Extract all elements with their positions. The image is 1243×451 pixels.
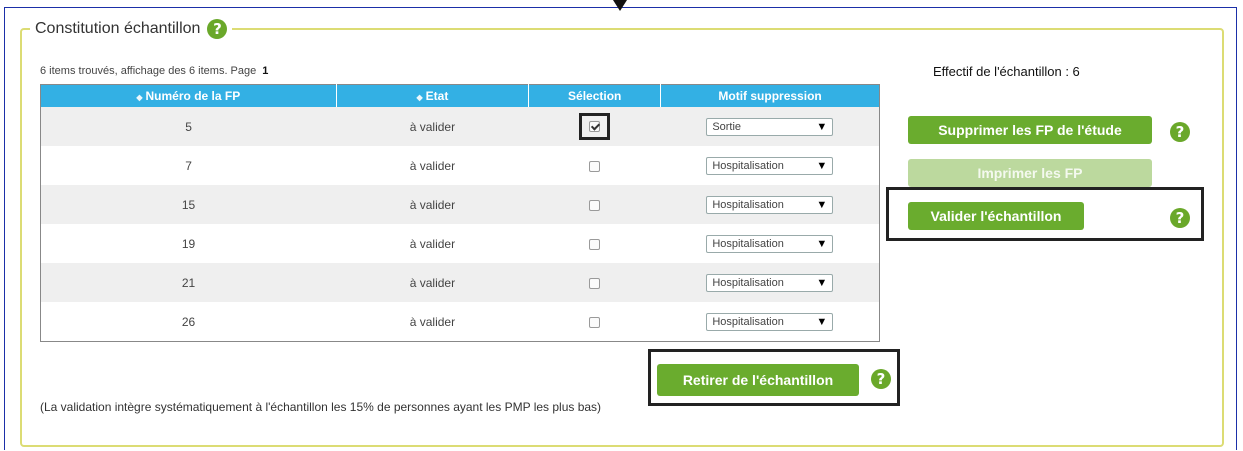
cell-selection — [528, 146, 661, 185]
fp-table: ◆ Numéro de la FP ◆ Etat Sélection Motif s… — [40, 84, 880, 342]
cell-motif: Hospitalisation ▼ — [660, 224, 880, 263]
selection-checkbox[interactable] — [589, 238, 601, 250]
table-row: 21 à valider Hospitalisation ▼ — [40, 263, 880, 302]
cell-motif: Sortie ▼ — [660, 107, 880, 146]
sort-icon: ◆ — [416, 93, 423, 102]
motif-value: Hospitalisation — [712, 159, 784, 172]
panel-title: Constitution échantillon — [35, 20, 201, 37]
cell-etat: à valider — [336, 185, 529, 224]
motif-value: Hospitalisation — [712, 276, 784, 289]
motif-select[interactable]: Hospitalisation ▼ — [706, 234, 834, 253]
cell-numero: 15 — [40, 185, 337, 224]
cell-motif: Hospitalisation ▼ — [660, 146, 880, 185]
cell-etat: à valider — [336, 107, 529, 146]
table-header-row: ◆ Numéro de la FP ◆ Etat Sélection Motif s… — [40, 84, 880, 107]
cell-motif: Hospitalisation ▼ — [660, 302, 880, 342]
items-count-info: 6 items trouvés, affichage des 6 items. … — [40, 65, 268, 77]
effectif-label: Effectif de l'échantillon : 6 — [933, 64, 1080, 79]
cell-selection — [528, 302, 661, 342]
help-icon[interactable]: ? — [1170, 122, 1190, 142]
dropdown-arrow-icon: ▼ — [816, 237, 828, 250]
motif-select[interactable]: Hospitalisation ▼ — [706, 156, 834, 175]
page-number[interactable]: 1 — [262, 65, 268, 77]
dropdown-arrow-icon: ▼ — [816, 276, 828, 289]
validation-note: (La validation intègre systématiquement … — [40, 400, 602, 414]
motif-select[interactable]: Sortie ▼ — [706, 117, 834, 136]
panel-legend: Constitution échantillon ? — [30, 19, 232, 39]
dropdown-arrow-icon: ▼ — [816, 159, 828, 172]
cell-numero: 5 — [40, 107, 337, 146]
cell-numero: 19 — [40, 224, 337, 263]
table-row: 7 à valider Hospitalisation ▼ — [40, 146, 880, 185]
motif-value: Hospitalisation — [712, 315, 784, 328]
cell-numero: 26 — [40, 302, 337, 342]
selection-checkbox[interactable] — [589, 199, 601, 211]
valider-echantillon-button[interactable]: Valider l'échantillon — [908, 202, 1084, 230]
cell-selection — [528, 107, 661, 146]
dropdown-arrow-icon: ▼ — [816, 120, 828, 133]
table-row: 5 à valider Sortie ▼ — [40, 107, 880, 146]
sort-icon: ◆ — [136, 93, 143, 102]
items-count-text: 6 items trouvés, affichage des 6 items. … — [40, 65, 257, 77]
column-header-selection: Sélection — [528, 84, 662, 107]
cell-etat: à valider — [336, 224, 529, 263]
selection-checkbox[interactable] — [589, 160, 601, 172]
retirer-echantillon-button[interactable]: Retirer de l'échantillon — [657, 364, 859, 396]
cell-motif: Hospitalisation ▼ — [660, 263, 880, 302]
help-icon[interactable]: ? — [1170, 208, 1190, 228]
motif-select[interactable]: Hospitalisation ▼ — [706, 273, 834, 292]
cell-etat: à valider — [336, 146, 529, 185]
column-header-etat[interactable]: ◆ Etat — [336, 84, 530, 107]
column-header-motif: Motif suppression — [660, 84, 880, 107]
selection-checkbox[interactable] — [589, 121, 601, 132]
motif-value: Hospitalisation — [712, 198, 784, 211]
motif-select[interactable]: Hospitalisation ▼ — [706, 312, 834, 331]
dropdown-arrow-icon: ▼ — [816, 198, 828, 211]
table-row: 19 à valider Hospitalisation ▼ — [40, 224, 880, 263]
motif-value: Sortie — [712, 120, 742, 133]
selection-highlight — [579, 113, 611, 140]
cell-selection — [528, 185, 661, 224]
cell-etat: à valider — [336, 263, 529, 302]
cell-motif: Hospitalisation ▼ — [660, 185, 880, 224]
motif-select[interactable]: Hospitalisation ▼ — [706, 195, 834, 214]
selection-checkbox[interactable] — [589, 277, 601, 289]
motif-value: Hospitalisation — [712, 237, 784, 250]
cell-selection — [528, 224, 661, 263]
column-header-numero[interactable]: ◆ Numéro de la FP — [40, 84, 337, 107]
imprimer-fp-button[interactable]: Imprimer les FP — [908, 159, 1152, 187]
cell-selection — [528, 263, 661, 302]
selection-checkbox[interactable] — [589, 316, 601, 328]
cell-numero: 21 — [40, 263, 337, 302]
help-icon[interactable]: ? — [207, 19, 228, 39]
cell-etat: à valider — [336, 302, 529, 342]
supprimer-fp-button[interactable]: Supprimer les FP de l'étude — [908, 116, 1152, 144]
table-row: 15 à valider Hospitalisation ▼ — [40, 185, 880, 224]
dropdown-arrow-icon: ▼ — [816, 315, 828, 328]
cell-numero: 7 — [40, 146, 337, 185]
help-icon[interactable]: ? — [871, 369, 891, 389]
table-row: 26 à valider Hospitalisation ▼ — [40, 302, 880, 342]
down-arrow-icon — [613, 0, 627, 11]
